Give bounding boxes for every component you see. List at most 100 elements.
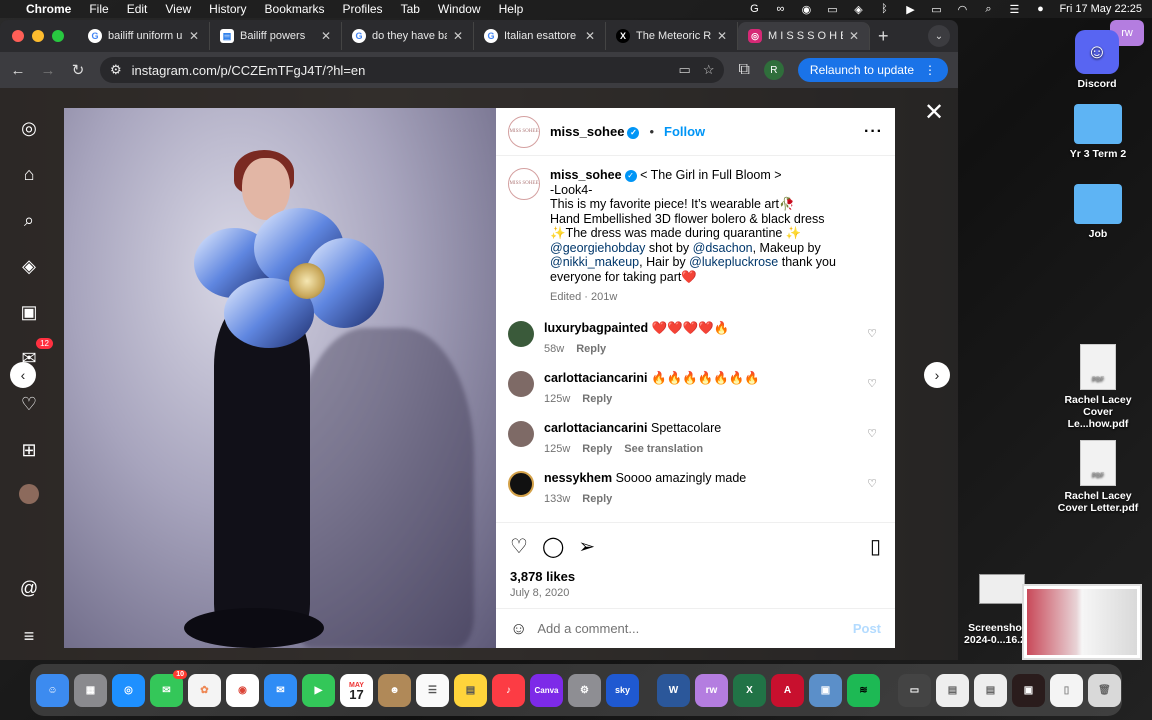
screenshot-file-thumbnail[interactable]	[979, 574, 1025, 604]
close-window-button[interactable]	[12, 30, 24, 42]
launchpad-icon[interactable]: ▦	[74, 673, 107, 707]
explore-icon[interactable]: ◈	[17, 254, 41, 278]
photos-icon[interactable]: ✿	[188, 673, 221, 707]
more-options-icon[interactable]: ···	[864, 123, 883, 141]
document-thumbnail-icon[interactable]: ▤	[974, 673, 1007, 707]
finder-icon[interactable]: ☺	[36, 673, 69, 707]
like-comment-heart-icon[interactable]: ♡	[867, 477, 877, 490]
mail-icon[interactable]: ✉	[264, 673, 297, 707]
tab-6-active[interactable]: ◎ M I S S S O H E E ✕	[738, 22, 870, 50]
like-heart-icon[interactable]: ♡	[510, 534, 528, 559]
zoom-window-button[interactable]	[52, 30, 64, 42]
menu-hamburger-icon[interactable]: ≡	[17, 624, 41, 648]
menu-view[interactable]: View	[165, 2, 191, 16]
tab-close-icon[interactable]: ✕	[321, 29, 331, 43]
caption-avatar[interactable]: MISS SOHEE	[508, 168, 540, 200]
control-center-icon[interactable]: ☰	[1007, 3, 1021, 16]
sky-go-icon[interactable]: sky	[606, 673, 639, 707]
author-username[interactable]: miss_sohee ✓	[550, 124, 640, 139]
safari-icon[interactable]: ◎	[112, 673, 145, 707]
tab-1[interactable]: G bailiff uniform uk ✕	[78, 22, 210, 50]
previous-post-button[interactable]: ‹	[10, 362, 36, 388]
like-comment-heart-icon[interactable]: ♡	[867, 327, 877, 340]
canva-icon[interactable]: Canva	[530, 673, 563, 707]
battery-icon[interactable]: ▭	[929, 3, 943, 16]
acrobat-icon[interactable]: A	[771, 673, 804, 707]
commenter-username[interactable]: luxurybagpainted	[544, 321, 648, 335]
bookmark-star-icon[interactable]: ☆	[703, 62, 715, 78]
post-image[interactable]	[64, 108, 496, 648]
desktop-folder-yr3-term2[interactable]: Yr 3 Term 2	[1053, 104, 1143, 160]
commenter-avatar[interactable]	[508, 470, 534, 497]
creative-cloud-icon[interactable]: ∞	[773, 3, 787, 15]
mention-link[interactable]: @nikki_makeup	[550, 255, 639, 269]
desktop-icon-discord[interactable]: ☺ Discord	[1052, 30, 1142, 90]
comment-input[interactable]: Add a comment...	[537, 621, 639, 636]
word-icon[interactable]: W	[657, 673, 690, 707]
reload-icon[interactable]: ↻	[70, 61, 86, 79]
site-info-icon[interactable]: ⚙	[110, 62, 122, 78]
bluetooth-icon[interactable]: ᛒ	[877, 3, 891, 15]
follow-button[interactable]: Follow	[664, 124, 705, 139]
search-icon[interactable]: ⌕	[17, 208, 41, 232]
music-icon[interactable]: ♪	[492, 673, 525, 707]
see-translation-button[interactable]: See translation	[624, 443, 703, 455]
reply-button[interactable]: Reply	[576, 343, 606, 355]
create-plus-icon[interactable]: ⊞	[17, 438, 41, 462]
chrome-icon[interactable]: ◉	[226, 673, 259, 707]
calendar-icon[interactable]: MAY 17	[340, 673, 373, 707]
reply-button[interactable]: Reply	[582, 493, 612, 505]
author-avatar[interactable]: MISS SOHEE	[508, 115, 540, 148]
tab-5[interactable]: X The Meteoric Rise ✕	[606, 22, 738, 50]
play-icon[interactable]: ▶	[903, 3, 917, 16]
tab-3[interactable]: G do they have bailiffs ✕	[342, 22, 474, 50]
trash-icon[interactable]: 🗑	[1088, 673, 1121, 707]
tab-close-icon[interactable]: ✕	[849, 29, 859, 43]
comment-bubble-icon[interactable]: ◯	[542, 534, 564, 559]
desktop-folder-job[interactable]: Job	[1053, 184, 1143, 240]
menu-help[interactable]: Help	[499, 2, 524, 16]
screenshot-preview-floating[interactable]	[1022, 584, 1142, 660]
commenter-username[interactable]: carlottaciancarini	[544, 371, 648, 385]
tab-close-icon[interactable]: ✕	[453, 29, 463, 43]
tab-close-icon[interactable]: ✕	[717, 29, 727, 43]
relaunch-to-update-button[interactable]: Relaunch to update ⋮	[797, 58, 948, 82]
save-bookmark-icon[interactable]: ▯	[870, 534, 881, 559]
document-thumbnail-icon[interactable]: ▤	[936, 673, 969, 707]
messages-icon[interactable]: ✉ 10	[150, 669, 187, 707]
like-comment-heart-icon[interactable]: ♡	[867, 427, 877, 440]
commenter-avatar[interactable]	[508, 370, 534, 397]
address-bar[interactable]: ⚙ instagram.com/p/CCZEmTFgJ4T/?hl=en ▭ ☆	[100, 57, 725, 83]
google-menubar-icon[interactable]: G	[747, 3, 761, 15]
menu-profiles[interactable]: Profiles	[343, 2, 383, 16]
share-send-icon[interactable]: ➢	[578, 534, 595, 559]
emoji-icon[interactable]: ☺	[510, 619, 527, 639]
spotlight-search-icon[interactable]: ⌕	[981, 3, 995, 15]
threads-icon[interactable]: @	[17, 576, 41, 600]
wifi-icon[interactable]: ◠	[955, 3, 969, 16]
mention-link[interactable]: @georgiehobday	[550, 241, 645, 255]
menu-file[interactable]: File	[89, 2, 108, 16]
forward-arrow-icon[interactable]: →	[40, 62, 56, 79]
new-tab-button[interactable]: +	[878, 26, 889, 47]
likes-count[interactable]: 3,878 likes	[510, 569, 881, 584]
tab-search-dropdown-icon[interactable]: ⌄	[928, 25, 950, 47]
cast-icon[interactable]: ▭	[679, 62, 691, 78]
reminders-icon[interactable]: ☰	[416, 673, 449, 707]
menubar-clock[interactable]: Fri 17 May 22:25	[1059, 3, 1142, 15]
commenter-username[interactable]: carlottaciancarini	[544, 421, 648, 435]
desktop-pdf-cover-letter-1[interactable]: PDF Rachel Lacey Cover Le...how.pdf	[1053, 344, 1143, 430]
caption-username[interactable]: miss_sohee	[550, 168, 622, 182]
menu-edit[interactable]: Edit	[127, 2, 148, 16]
tab-4[interactable]: G Italian esattore - ✕	[474, 22, 606, 50]
image-thumbnail-icon[interactable]: ▣	[1012, 673, 1045, 707]
reply-button[interactable]: Reply	[582, 443, 612, 455]
tab-close-icon[interactable]: ✕	[585, 29, 595, 43]
back-arrow-icon[interactable]: ←	[10, 62, 26, 79]
file-thumbnail-icon[interactable]: ▯	[1050, 673, 1083, 707]
dropbox-icon[interactable]: ◈	[851, 3, 865, 16]
mention-link[interactable]: @lukepluckrose	[689, 255, 778, 269]
profile-avatar[interactable]	[19, 484, 39, 504]
reels-icon[interactable]: ▣	[17, 300, 41, 324]
vpn-icon[interactable]: ◉	[799, 3, 813, 16]
